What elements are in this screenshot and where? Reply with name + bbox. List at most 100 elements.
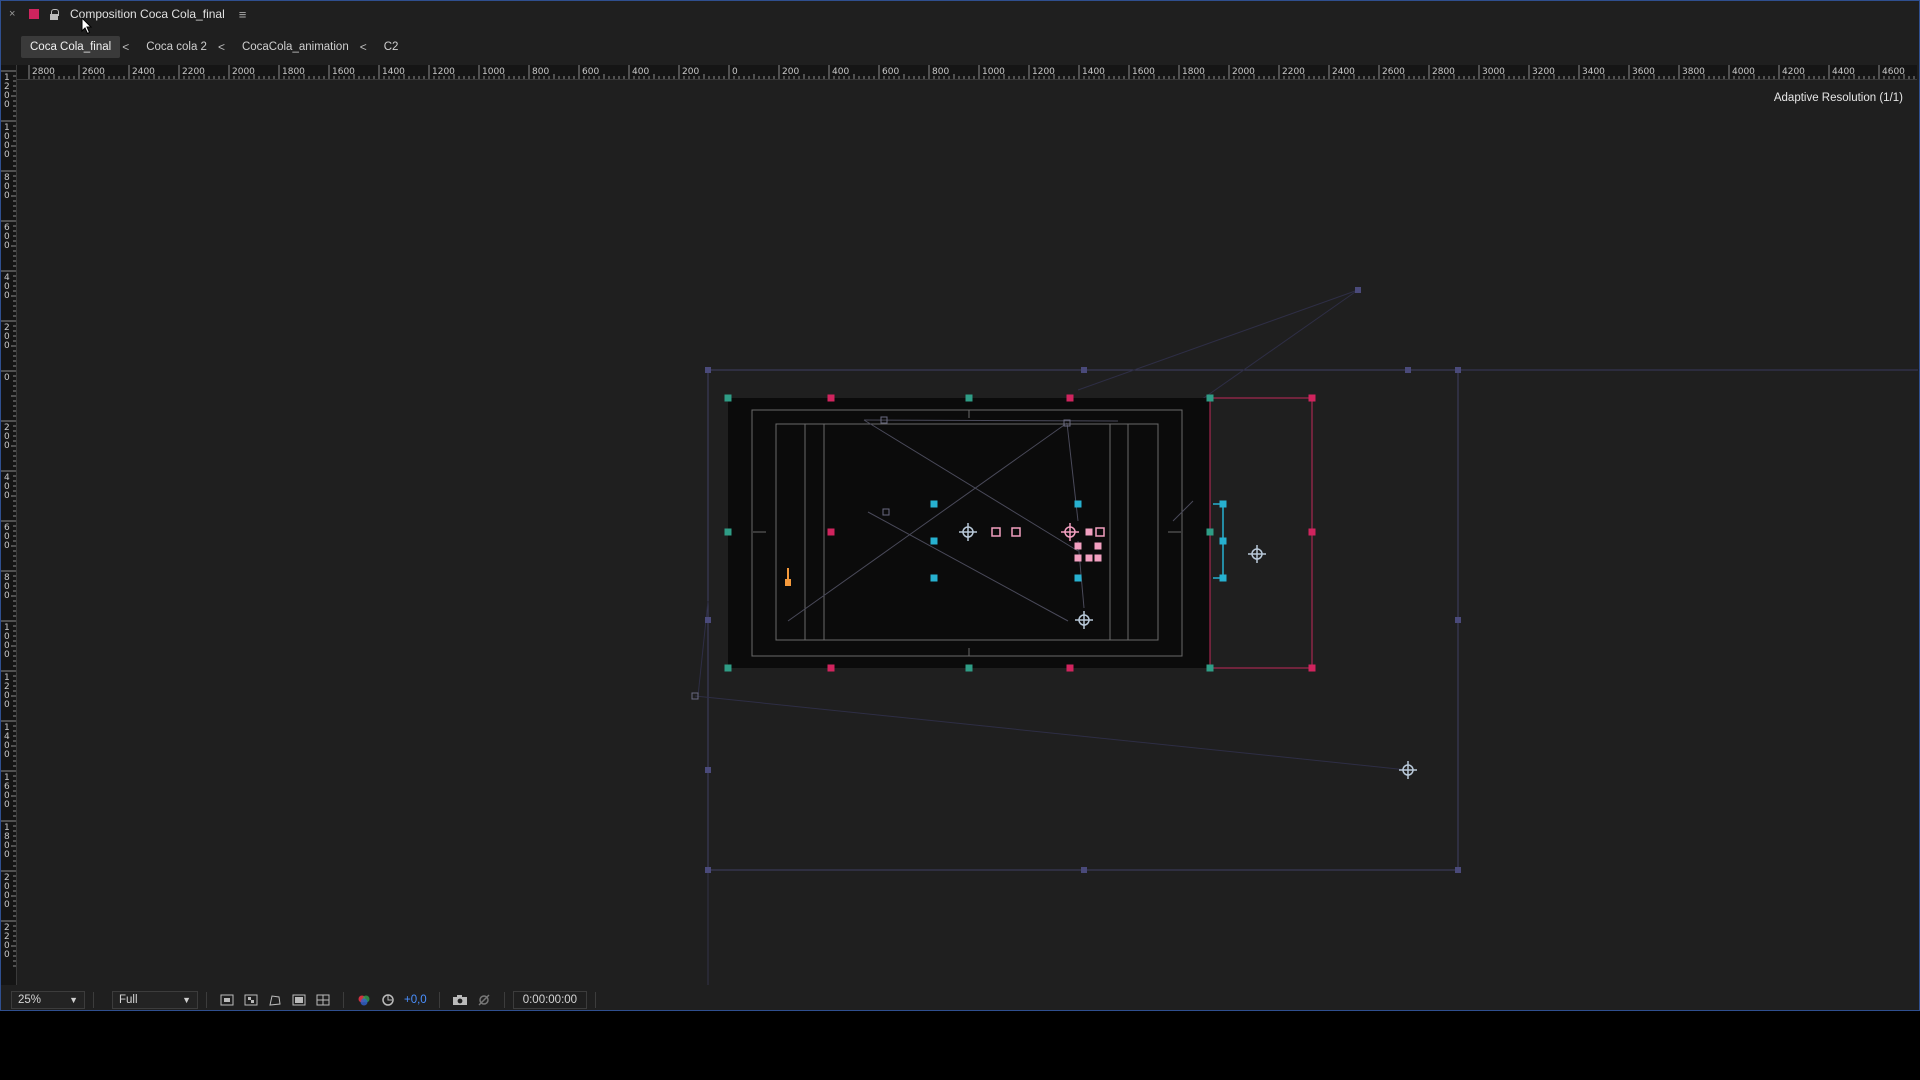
transform-handle[interactable] <box>1081 367 1087 373</box>
transform-handle[interactable] <box>705 367 711 373</box>
transform-handle[interactable] <box>965 664 973 672</box>
dropdown-caret-icon: ▼ <box>182 995 191 1005</box>
transform-handle[interactable] <box>724 528 732 536</box>
transform-handle[interactable] <box>965 394 973 402</box>
mask-path-icon[interactable] <box>267 993 283 1007</box>
ruler-label: 0 <box>732 67 738 77</box>
transparency-grid-icon[interactable] <box>243 993 259 1007</box>
transform-handle[interactable] <box>827 664 835 672</box>
ruler-label: 4600 <box>1882 67 1905 77</box>
ruler-label: 0 <box>4 800 10 810</box>
show-snapshot-icon[interactable] <box>476 993 492 1007</box>
ruler-label: 0 <box>4 750 10 760</box>
transform-handle[interactable] <box>1308 394 1316 402</box>
anchor-point-icon[interactable] <box>1248 545 1266 563</box>
transform-handle[interactable] <box>705 767 711 773</box>
panel-title-bar: × Composition Coca Cola_final ≡ <box>1 1 1919 27</box>
ruler-label: 2600 <box>82 67 105 77</box>
ruler-label: 0 <box>4 850 10 860</box>
reset-exposure-icon[interactable] <box>380 993 396 1007</box>
vertical-ruler[interactable]: 1200100080060040020002004006008001000120… <box>1 65 17 985</box>
transform-handle[interactable] <box>1066 664 1074 672</box>
transform-handle[interactable] <box>930 537 938 545</box>
transform-handle[interactable] <box>1081 867 1087 873</box>
transform-handle[interactable] <box>1455 617 1461 623</box>
ruler-label: 0 <box>4 950 10 960</box>
ruler-label: 4000 <box>1732 67 1755 77</box>
transform-handle[interactable] <box>1455 867 1461 873</box>
toolbar-divider <box>503 992 505 1008</box>
ruler-label: 0 <box>4 541 10 551</box>
transform-handle[interactable] <box>1085 554 1093 562</box>
label-color-swatch[interactable] <box>29 9 39 19</box>
horizontal-ruler[interactable]: 2800 2600 2400 2200 2000 1800 1600 1400 1200 1000… <box>17 65 1917 80</box>
ruler-label: 2200 <box>182 67 205 77</box>
toolbar-divider <box>343 992 344 1008</box>
panel-menu-icon[interactable]: ≡ <box>239 7 247 22</box>
transform-handle[interactable] <box>1074 500 1082 508</box>
tab-coca-cola-final[interactable]: Coca Cola_final <box>21 35 121 58</box>
panel-title[interactable]: Composition Coca Cola_final <box>70 7 225 21</box>
transform-handle[interactable] <box>1308 528 1316 536</box>
transform-handle[interactable] <box>1355 287 1361 293</box>
transform-handle[interactable] <box>1074 574 1082 582</box>
tab-cocacola-animation[interactable]: CocaCola_animation <box>233 36 358 58</box>
tab-coca-cola-2[interactable]: Coca cola 2 <box>137 36 216 58</box>
ruler-label: 0 <box>4 491 10 501</box>
region-of-interest-icon[interactable] <box>219 993 235 1007</box>
composition-viewer[interactable] <box>18 81 1918 985</box>
exposure-value[interactable]: +0,0 <box>404 994 427 1006</box>
transform-handle[interactable] <box>705 617 711 623</box>
grid-icon[interactable] <box>315 993 331 1007</box>
color-channel-icon[interactable] <box>356 993 372 1007</box>
transform-handle[interactable] <box>1206 394 1214 402</box>
ruler-label: 2000 <box>232 67 255 77</box>
layer-bounds-pink[interactable] <box>1209 397 1313 669</box>
transform-handle[interactable] <box>724 664 732 672</box>
ruler-label: 0 <box>4 900 10 910</box>
composition-frame <box>728 398 1210 668</box>
ruler-label: 0 <box>4 100 10 110</box>
ruler-label: 2800 <box>1432 67 1455 77</box>
transform-handle[interactable] <box>1094 554 1102 562</box>
transform-handle[interactable] <box>930 500 938 508</box>
transform-handle[interactable] <box>1405 367 1411 373</box>
guides-icon[interactable] <box>291 993 307 1007</box>
ruler-label: 0 <box>4 291 10 301</box>
current-time-display[interactable]: 0:00:00:00 <box>512 991 588 1009</box>
transform-handle[interactable] <box>1066 394 1074 402</box>
ruler-label: 800 <box>532 67 549 77</box>
transform-handle[interactable] <box>1074 554 1082 562</box>
mouse-cursor-icon <box>81 17 93 35</box>
transform-handle[interactable] <box>1308 664 1316 672</box>
transform-handle[interactable] <box>705 867 711 873</box>
ruler-label: 0 <box>4 591 10 601</box>
zoom-dropdown[interactable]: 25% ▼ <box>11 991 85 1009</box>
ruler-label: 0 <box>4 341 10 351</box>
composition-panel: × Composition Coca Cola_final ≡ Coca Col… <box>0 0 1920 1011</box>
anchor-point-icon[interactable] <box>1399 761 1417 779</box>
ruler-label: 1600 <box>332 67 355 77</box>
lock-icon[interactable] <box>49 8 59 20</box>
ruler-label: 0 <box>4 700 10 710</box>
transform-handle[interactable] <box>1206 528 1214 536</box>
ruler-label: 0 <box>4 441 10 451</box>
transform-handle[interactable] <box>1085 528 1093 536</box>
ruler-label: 1000 <box>982 67 1005 77</box>
transform-handle[interactable] <box>1455 367 1461 373</box>
ruler-label: 200 <box>682 67 699 77</box>
transform-handle[interactable] <box>1206 664 1214 672</box>
snapshot-icon[interactable] <box>452 993 468 1007</box>
resolution-dropdown[interactable]: Full ▼ <box>112 991 198 1009</box>
transform-handle[interactable] <box>1094 542 1102 550</box>
ruler-label: 400 <box>832 67 849 77</box>
close-icon[interactable]: × <box>9 8 23 20</box>
transform-handle[interactable] <box>930 574 938 582</box>
transform-handle[interactable] <box>1074 542 1082 550</box>
transform-handle[interactable] <box>827 528 835 536</box>
tab-c2[interactable]: C2 <box>375 36 408 58</box>
ruler-label: 4400 <box>1832 67 1855 77</box>
transform-handle[interactable] <box>827 394 835 402</box>
ruler-label: 4200 <box>1782 67 1805 77</box>
transform-handle[interactable] <box>724 394 732 402</box>
